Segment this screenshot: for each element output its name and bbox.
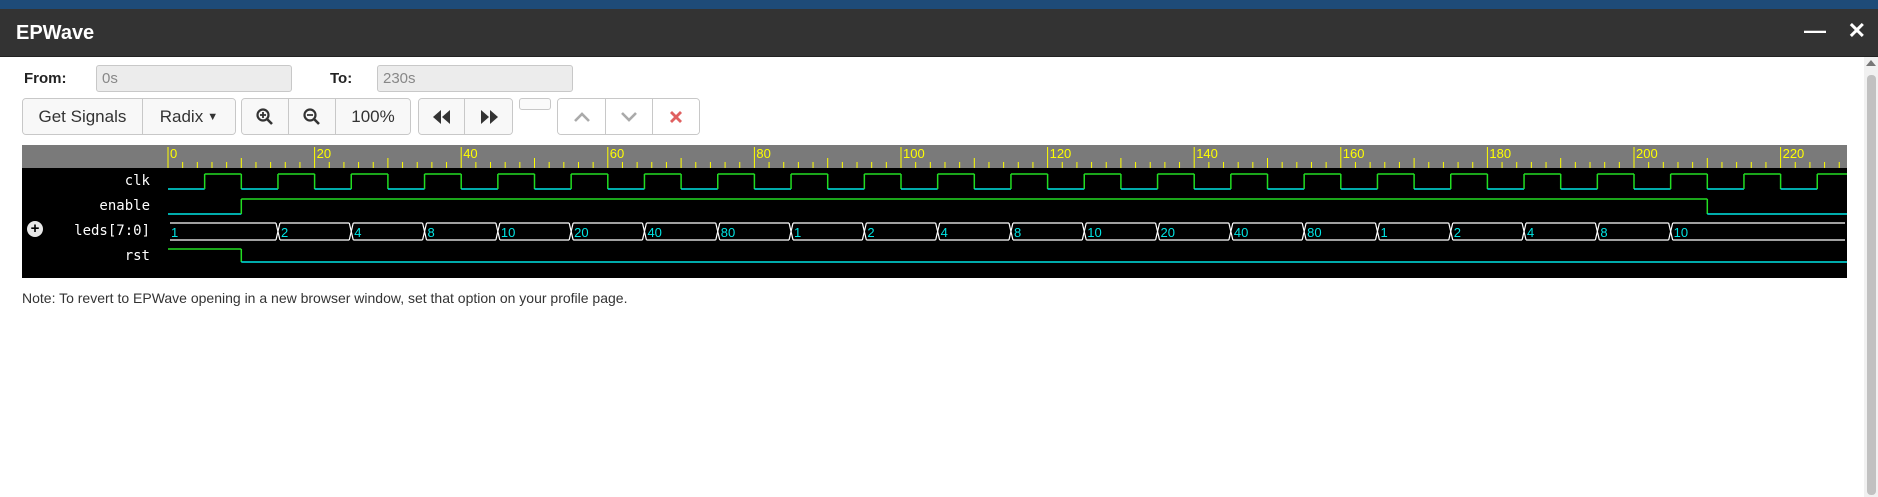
bus-value: 10 <box>1674 225 1688 240</box>
ruler-label: 220 <box>1783 146 1805 161</box>
get-signals-button[interactable]: Get Signals <box>23 99 143 134</box>
fast-forward-button[interactable] <box>465 99 512 134</box>
ruler-label: 0 <box>170 146 177 161</box>
signals-group: Get Signals Radix ▼ <box>22 98 236 135</box>
ruler-label: 100 <box>903 146 925 161</box>
ruler-label: 200 <box>1636 146 1658 161</box>
ruler-label: 80 <box>756 146 770 161</box>
title-bar: EPWave — ✕ <box>0 9 1878 57</box>
ruler-label: 120 <box>1050 146 1072 161</box>
radix-label: Radix <box>159 106 204 126</box>
bus-value: 80 <box>1307 225 1321 240</box>
bus-value: 40 <box>647 225 661 240</box>
blank-button[interactable] <box>519 98 551 110</box>
waveform-viewer[interactable]: clk enable + leds[7:0] rst 0 20 40 60 80 100 1… <box>22 145 1847 278</box>
navigate-group <box>418 98 513 135</box>
fast-backward-button[interactable] <box>419 99 466 134</box>
fast-forward-icon <box>480 109 498 124</box>
from-label: From: <box>24 70 67 87</box>
caret-down-icon: ▼ <box>207 110 219 123</box>
remove-signal-button[interactable] <box>653 99 699 134</box>
chevron-down-icon <box>621 111 637 122</box>
waveform-plot: 0 20 40 60 80 100 120 140 160 180 200 2201 2 4 8 10 20 40… <box>167 146 1847 263</box>
close-icon[interactable]: ✕ <box>1848 18 1866 44</box>
bus-value: 2 <box>867 225 874 240</box>
bus-value: 2 <box>1454 225 1461 240</box>
bus-value: 20 <box>1161 225 1175 240</box>
bus-value: 8 <box>428 225 435 240</box>
note-text: Note: To revert to EPWave opening in a n… <box>22 290 628 306</box>
bus-value: 1 <box>1380 225 1387 240</box>
remove-icon <box>670 110 682 123</box>
from-input[interactable] <box>96 65 292 92</box>
move-down-button[interactable] <box>606 99 653 134</box>
bus-value: 8 <box>1014 225 1021 240</box>
vertical-scrollbar[interactable] <box>1864 57 1878 497</box>
bus-value: 80 <box>721 225 735 240</box>
bus-value: 10 <box>1087 225 1101 240</box>
signal-order-group <box>557 98 700 135</box>
scroll-thumb[interactable] <box>1867 75 1876 495</box>
zoom-group: 100% <box>241 98 411 135</box>
epwave-window: EPWave — ✕ From: To: Get Signals Radix ▼… <box>0 9 1878 497</box>
bus-value: 4 <box>1527 225 1534 240</box>
bus-value: 4 <box>941 225 948 240</box>
ruler-label: 140 <box>1196 146 1218 161</box>
bus-value: 20 <box>574 225 588 240</box>
zoom-in-icon <box>256 107 273 125</box>
move-up-button[interactable] <box>558 99 606 134</box>
window-title: EPWave <box>16 22 95 44</box>
bus-value: 2 <box>281 225 288 240</box>
bus-value: 8 <box>1600 225 1607 240</box>
ruler-label: 160 <box>1343 146 1365 161</box>
browser-strip <box>0 0 1878 9</box>
zoom-out-icon <box>303 107 320 125</box>
fast-backward-icon <box>432 109 450 124</box>
ruler-label: 20 <box>317 146 331 161</box>
bus-value: 40 <box>1234 225 1248 240</box>
ruler-label: 60 <box>610 146 624 161</box>
ruler-label: 180 <box>1489 146 1511 161</box>
zoom-in-button[interactable] <box>242 99 289 134</box>
minimize-icon[interactable]: — <box>1804 18 1826 44</box>
scroll-up-icon[interactable] <box>1866 60 1876 66</box>
bus-value: 1 <box>794 225 801 240</box>
radix-button[interactable]: Radix ▼ <box>142 99 235 134</box>
zoom-out-button[interactable] <box>289 99 336 134</box>
bus-value: 10 <box>501 225 515 240</box>
bus-value: 4 <box>354 225 361 240</box>
ruler-label: 40 <box>463 146 477 161</box>
to-input[interactable] <box>377 65 573 92</box>
zoom-level-button[interactable]: 100% <box>336 99 410 134</box>
to-label: To: <box>330 70 353 87</box>
chevron-up-icon <box>573 111 590 122</box>
bus-value: 1 <box>171 225 178 240</box>
